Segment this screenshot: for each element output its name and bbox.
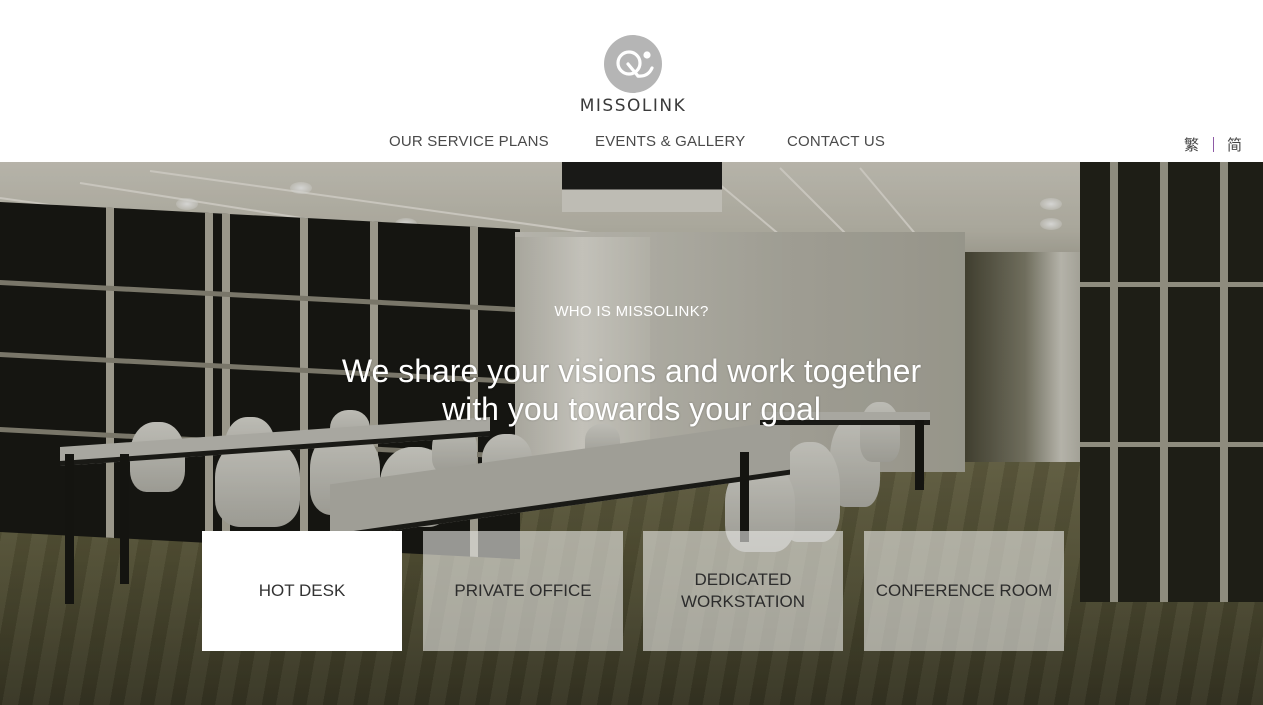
logo-link[interactable]: MISSOLINK xyxy=(575,34,691,120)
service-plan-tiles: HOT DESK PRIVATE OFFICE DEDICATED WORKST… xyxy=(202,531,1064,651)
plan-tile-private-office[interactable]: PRIVATE OFFICE xyxy=(423,531,623,651)
hero-banner: WHO IS MISSOLINK? We share your visions … xyxy=(0,162,1263,705)
hero-headline-line2: with you towards your goal xyxy=(442,391,821,427)
plan-tile-label-line1: DEDICATED xyxy=(694,570,792,589)
hero-kicker: WHO IS MISSOLINK? xyxy=(554,303,709,320)
plan-tile-label-line2: WORKSTATION xyxy=(680,592,806,611)
plan-tile-label: HOT DESK xyxy=(258,581,346,600)
main-nav: OUR SERVICE PLANS EVENTS & GALLERY CONTA… xyxy=(0,133,1263,155)
site-header: MISSOLINK OUR SERVICE PLANS EVENTS & GAL… xyxy=(0,0,1263,162)
nav-contact-us[interactable]: CONTACT US xyxy=(787,133,885,150)
lang-traditional-chinese[interactable]: 繁 xyxy=(1184,134,1199,155)
hero-headline-line1: We share your visions and work together xyxy=(341,353,922,389)
logo-icon xyxy=(604,35,662,93)
plan-tile-label: DEDICATED WORKSTATION xyxy=(681,569,805,613)
language-switcher: 繁简 xyxy=(1184,134,1242,155)
plan-tile-label: PRIVATE OFFICE xyxy=(454,581,592,600)
logo-wordmark: MISSOLINK xyxy=(579,96,687,116)
plan-tile-conference-room[interactable]: CONFERENCE ROOM xyxy=(864,531,1064,651)
nav-events-gallery[interactable]: EVENTS & GALLERY xyxy=(595,133,745,150)
lang-separator xyxy=(1213,137,1215,152)
plan-tile-hot-desk[interactable]: HOT DESK xyxy=(202,531,402,651)
nav-service-plans[interactable]: OUR SERVICE PLANS xyxy=(389,133,549,150)
lang-simplified-chinese[interactable]: 简 xyxy=(1227,134,1242,155)
hero-headline: We share your visions and work together … xyxy=(0,352,1263,428)
plan-tile-dedicated-workstation[interactable]: DEDICATED WORKSTATION xyxy=(643,531,843,651)
plan-tile-label: CONFERENCE ROOM xyxy=(875,581,1053,600)
